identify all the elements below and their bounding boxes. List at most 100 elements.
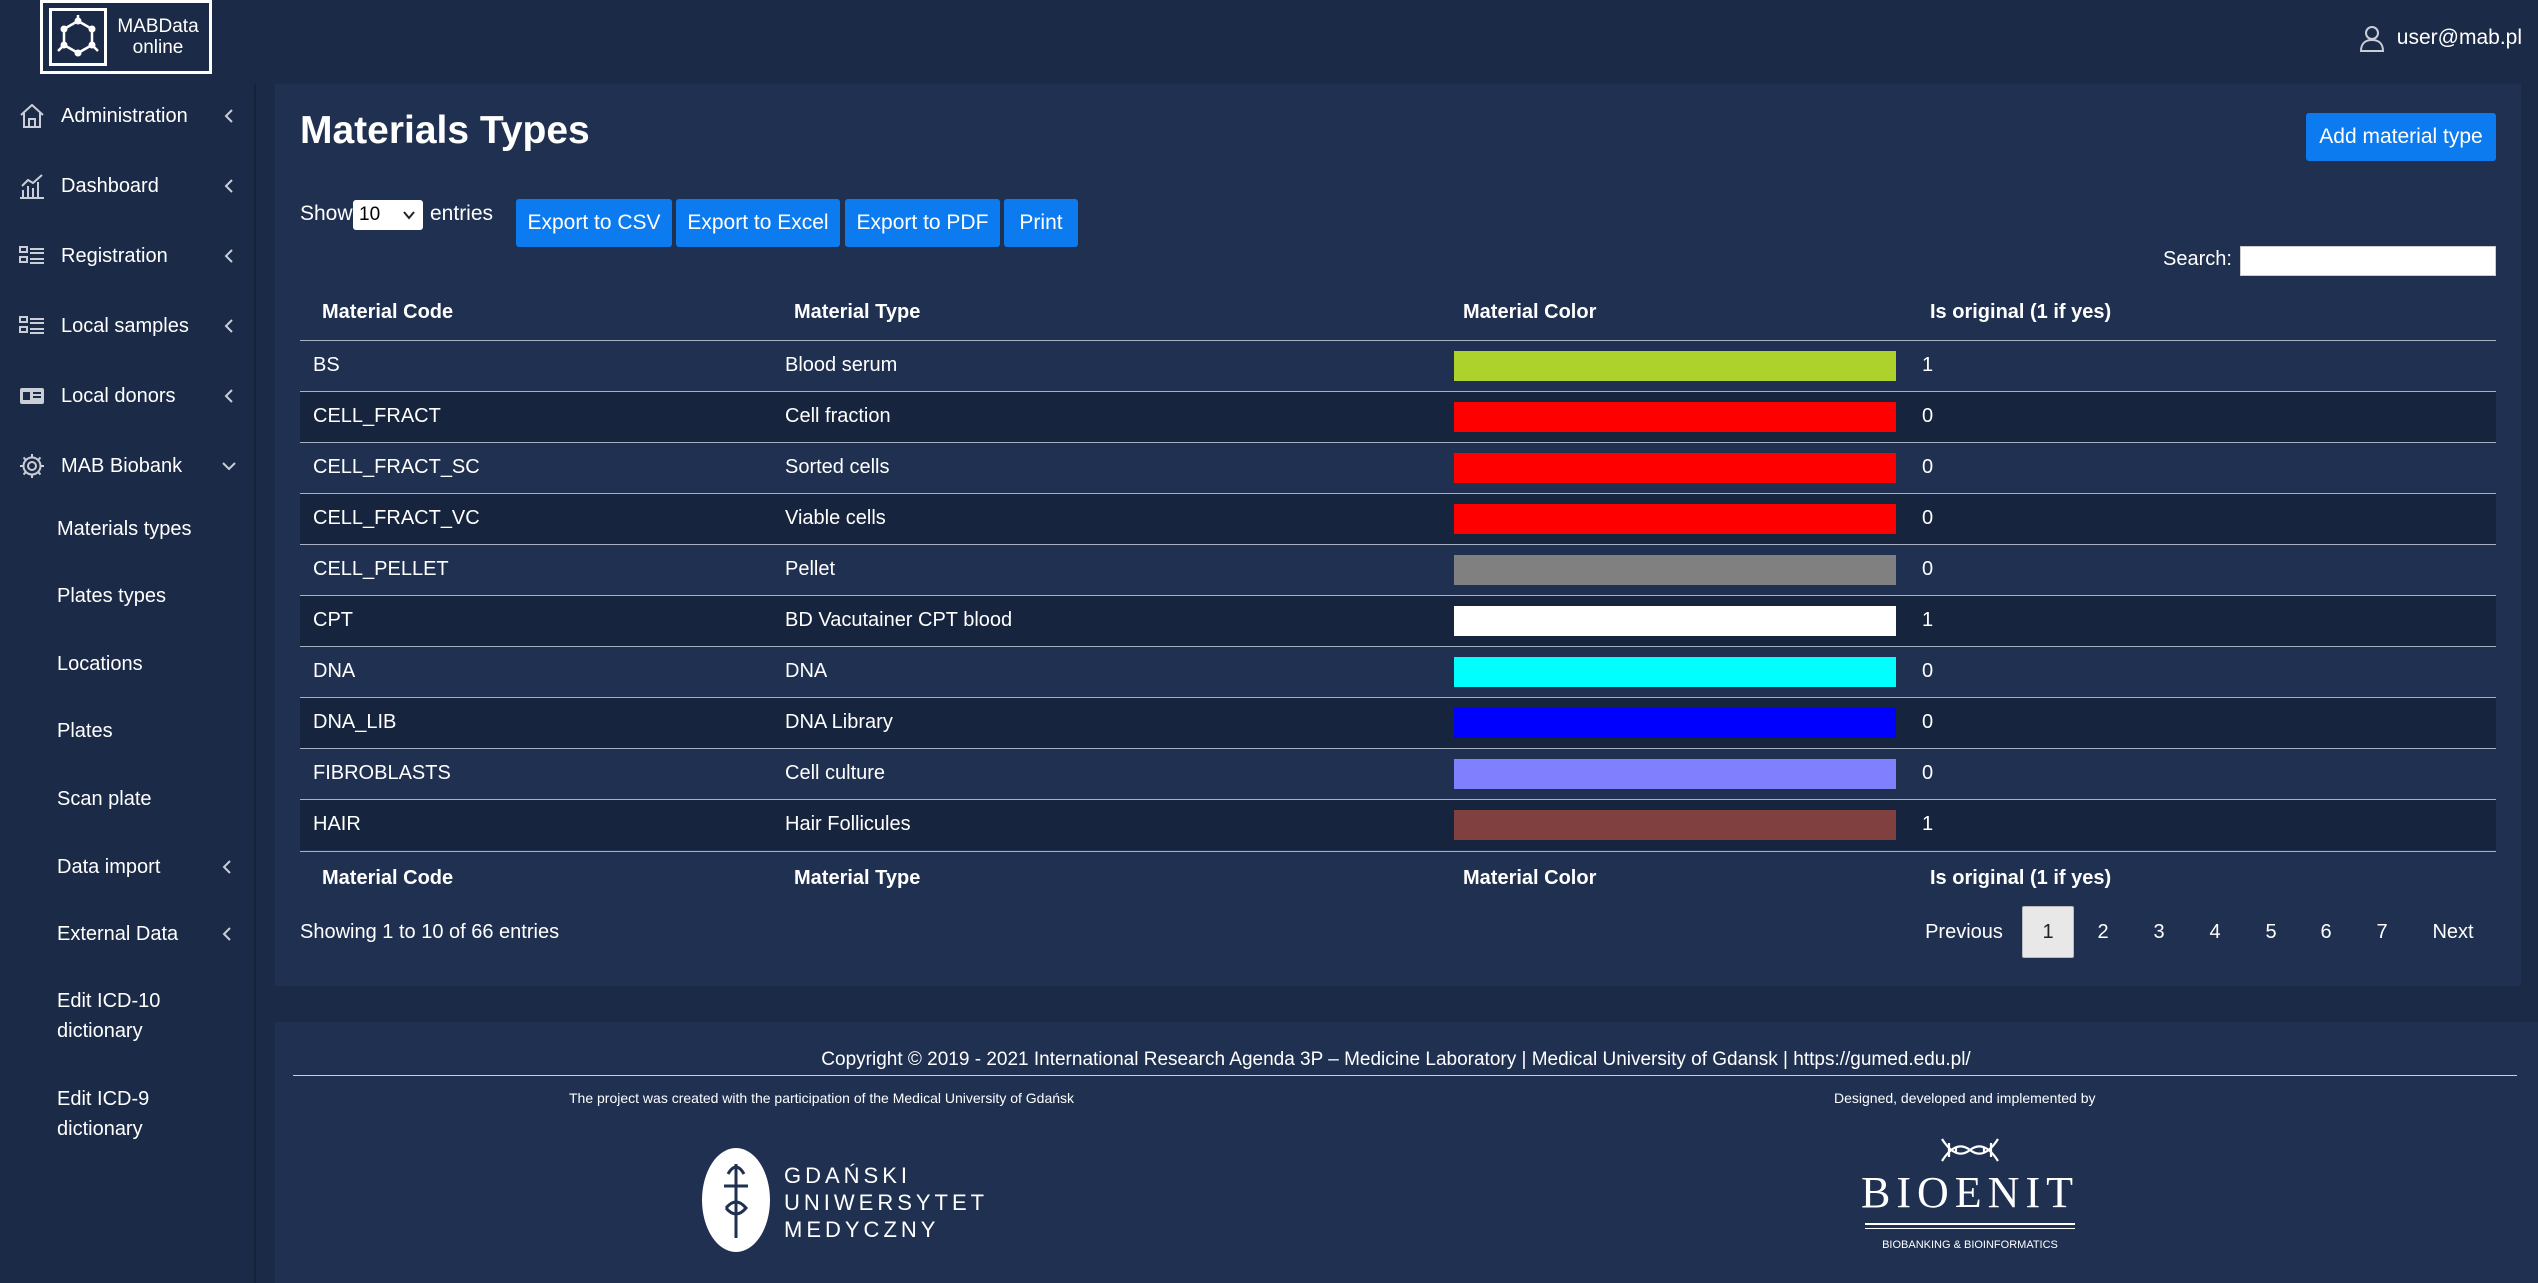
table-header: Material Code Material Type Material Col… xyxy=(300,290,2496,340)
chevron-left-icon xyxy=(224,319,233,333)
sidebar-item-administration[interactable]: Administration xyxy=(0,94,256,138)
sidebar-subitem-plates[interactable]: Plates xyxy=(57,716,247,746)
column-footer-material-code: Material Code xyxy=(322,867,454,889)
sidebar-item-local-donors[interactable]: Local donors xyxy=(0,374,256,418)
column-header-material-color[interactable]: Material Color xyxy=(1463,301,1596,324)
cell-material-code: CELL_PELLET xyxy=(313,558,449,580)
table-row: CELL_FRACT_SC Sorted cells 0 xyxy=(300,442,2496,493)
cell-material-type: Viable cells xyxy=(785,507,886,529)
column-header-is-original[interactable]: Is original (1 if yes) xyxy=(1930,301,2111,324)
footer: Copyright © 2019 - 2021 International Re… xyxy=(275,1022,2538,1283)
pagination-page-4[interactable]: 4 xyxy=(2189,906,2241,958)
pagination-page-1[interactable]: 1 xyxy=(2022,906,2074,958)
table-footer-header: Material Code Material Type Material Col… xyxy=(300,851,2496,901)
entries-label: entries xyxy=(430,202,494,225)
column-header-material-code[interactable]: Material Code xyxy=(322,301,453,324)
add-material-type-button[interactable]: Add material type xyxy=(2306,113,2496,161)
id-card-icon xyxy=(20,388,44,404)
column-header-material-type[interactable]: Material Type xyxy=(794,301,920,324)
print-button[interactable]: Print xyxy=(1004,199,1078,247)
sidebar-subitem-edit-icd10[interactable]: Edit ICD-10 dictionary xyxy=(57,986,177,1046)
entries-select[interactable]: 10 xyxy=(353,200,423,230)
footer-divider xyxy=(293,1075,2517,1076)
main-panel: Materials Types Add material type Show 1… xyxy=(275,84,2521,986)
sidebar-subitem-materials-types[interactable]: Materials types xyxy=(57,514,247,544)
material-color-swatch xyxy=(1454,759,1896,789)
pagination-next[interactable]: Next xyxy=(2415,906,2491,958)
sidebar-item-label: Local donors xyxy=(61,384,176,407)
table-row: CELL_FRACT Cell fraction 0 xyxy=(300,391,2496,442)
export-excel-button[interactable]: Export to Excel xyxy=(676,199,840,247)
material-color-swatch xyxy=(1454,555,1896,585)
pagination-page-7[interactable]: 7 xyxy=(2356,906,2408,958)
chevron-left-icon xyxy=(222,927,231,941)
chevron-down-icon xyxy=(403,211,415,220)
pagination-page-2[interactable]: 2 xyxy=(2077,906,2129,958)
material-color-swatch xyxy=(1454,453,1896,483)
sidebar-subitem-plates-types[interactable]: Plates types xyxy=(57,581,247,611)
pagination-previous[interactable]: Previous xyxy=(1909,906,2019,958)
cell-is-original: 0 xyxy=(1922,660,1934,682)
sidebar-item-registration[interactable]: Registration xyxy=(0,234,256,278)
cell-material-type: Pellet xyxy=(785,558,836,580)
cell-material-code: CELL_FRACT xyxy=(313,405,441,427)
cell-material-type: Hair Follicules xyxy=(785,813,911,835)
chevron-down-icon xyxy=(222,462,236,471)
material-color-swatch xyxy=(1454,810,1896,840)
sidebar-item-label: Dashboard xyxy=(61,174,159,197)
column-footer-material-color: Material Color xyxy=(1463,867,1597,889)
home-icon xyxy=(20,103,44,128)
sidebar-item-label: Local samples xyxy=(61,314,189,337)
cell-is-original: 0 xyxy=(1922,507,1934,529)
table-row: BS Blood serum 1 xyxy=(300,340,2496,391)
table-row: DNA DNA 0 xyxy=(300,646,2496,697)
export-pdf-button[interactable]: Export to PDF xyxy=(845,199,1000,247)
cell-material-type: DNA Library xyxy=(785,711,893,733)
bioenit-logo[interactable]: BIOENIT BIOBANKING & BIOINFORMATICS xyxy=(1860,1135,2080,1265)
cell-is-original: 1 xyxy=(1922,354,1934,376)
show-label: Show xyxy=(300,202,353,225)
gear-icon xyxy=(20,454,44,478)
user-icon xyxy=(2359,26,2384,52)
list-icon xyxy=(19,316,44,334)
gumed-line-1: GDAŃSKI xyxy=(784,1163,912,1188)
sidebar-item-label: Administration xyxy=(61,104,188,127)
table-row: CELL_FRACT_VC Viable cells 0 xyxy=(300,493,2496,544)
material-color-swatch xyxy=(1454,504,1896,534)
pagination-page-3[interactable]: 3 xyxy=(2133,906,2185,958)
sidebar-subitem-edit-icd9[interactable]: Edit ICD-9 dictionary xyxy=(57,1084,177,1144)
sidebar-item-mab-biobank[interactable]: MAB Biobank xyxy=(0,444,256,488)
cell-material-type: Cell fraction xyxy=(785,405,891,427)
sidebar-item-dashboard[interactable]: Dashboard xyxy=(0,164,256,208)
cell-material-code: FIBROBLASTS xyxy=(313,762,451,784)
cell-material-type: BD Vacutainer CPT blood xyxy=(785,609,1013,631)
university-emblem-icon xyxy=(702,1148,770,1252)
sidebar-subitem-scan-plate[interactable]: Scan plate xyxy=(57,784,247,814)
export-csv-button[interactable]: Export to CSV xyxy=(516,199,672,247)
cell-material-code: DNA xyxy=(313,660,356,682)
pagination-page-6[interactable]: 6 xyxy=(2300,906,2352,958)
search-label: Search: xyxy=(2163,248,2232,270)
search-input[interactable] xyxy=(2240,246,2496,276)
sidebar-subitem-locations[interactable]: Locations xyxy=(57,649,247,679)
cell-material-type: DNA xyxy=(785,660,828,682)
dna-helix-icon xyxy=(1941,1138,1999,1162)
app-logo[interactable]: MABData online xyxy=(40,0,212,74)
cell-material-code: CPT xyxy=(313,609,353,631)
cell-is-original: 0 xyxy=(1922,711,1934,733)
sidebar-subitem-external-data[interactable]: External Data xyxy=(57,919,247,949)
gumed-logo[interactable]: GDAŃSKI UNIWERSYTET MEDYCZNY xyxy=(700,1146,990,1256)
cell-material-code: BS xyxy=(313,354,340,376)
material-color-swatch xyxy=(1454,402,1896,432)
sidebar-item-label: MAB Biobank xyxy=(61,454,183,477)
sidebar-subitem-data-import[interactable]: Data import xyxy=(57,852,247,882)
sidebar-item-local-samples[interactable]: Local samples xyxy=(0,304,256,348)
pagination-page-5[interactable]: 5 xyxy=(2245,906,2297,958)
chevron-left-icon xyxy=(224,179,233,193)
bioenit-tagline: BIOBANKING & BIOINFORMATICS xyxy=(1882,1239,2058,1251)
column-footer-material-type: Material Type xyxy=(794,867,921,889)
bioenit-rule-thin xyxy=(1865,1228,2075,1229)
chevron-left-icon xyxy=(222,860,231,874)
cell-material-code: DNA_LIB xyxy=(313,711,397,733)
user-menu[interactable]: user@mab.pl xyxy=(2359,24,2522,52)
